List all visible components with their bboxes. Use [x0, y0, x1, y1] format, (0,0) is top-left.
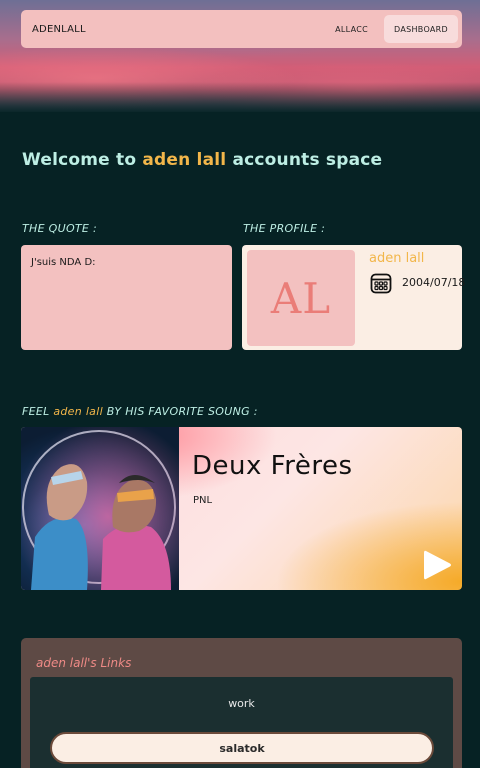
song-title: Deux Frères	[192, 451, 353, 481]
profile-birthdate: 2004/07/18	[402, 276, 466, 289]
favorite-song-card[interactable]: Deux Frères PNL	[21, 427, 462, 590]
quote-section-label: THE QUOTE :	[22, 222, 97, 235]
welcome-username: aden lall	[142, 150, 227, 170]
brand-logo[interactable]: ADENLALL	[32, 24, 319, 35]
welcome-heading: Welcome to aden lall accounts space	[22, 150, 382, 170]
album-cover-image	[21, 427, 179, 590]
song-label-prefix: FEEL	[22, 405, 50, 418]
links-panel: aden lall's Links work salatok	[21, 638, 462, 768]
link-button-salatok[interactable]: salatok	[50, 732, 434, 764]
links-title: aden lall's Links	[36, 656, 132, 670]
welcome-suffix: accounts space	[232, 150, 383, 170]
top-nav: ADENLALL ALLACC DASHBOARD	[21, 10, 462, 48]
nav-link-allacc[interactable]: ALLACC	[319, 25, 384, 34]
song-artist: PNL	[193, 495, 213, 506]
profile-card: AL aden lall 2004/07/18	[242, 245, 466, 350]
calendar-icon	[370, 273, 392, 294]
profile-section-label: THE PROFILE :	[243, 222, 326, 235]
profile-name: aden lall	[369, 251, 425, 266]
song-section-label: FEEL aden lall BY HIS FAVORITE SOUNG :	[22, 405, 258, 418]
quote-text: J'suis NDA D:	[31, 257, 96, 268]
welcome-prefix: Welcome to	[22, 150, 137, 170]
links-group-work: work salatok	[30, 677, 453, 768]
avatar: AL	[247, 250, 355, 346]
song-label-username: aden lall	[53, 405, 103, 418]
song-label-suffix: BY HIS FAVORITE SOUNG :	[106, 405, 258, 418]
links-group-heading: work	[228, 697, 255, 710]
play-icon[interactable]	[420, 548, 454, 582]
nav-link-dashboard[interactable]: DASHBOARD	[384, 15, 458, 43]
hero-fade	[0, 82, 480, 114]
quote-card: J'suis NDA D:	[21, 245, 232, 350]
